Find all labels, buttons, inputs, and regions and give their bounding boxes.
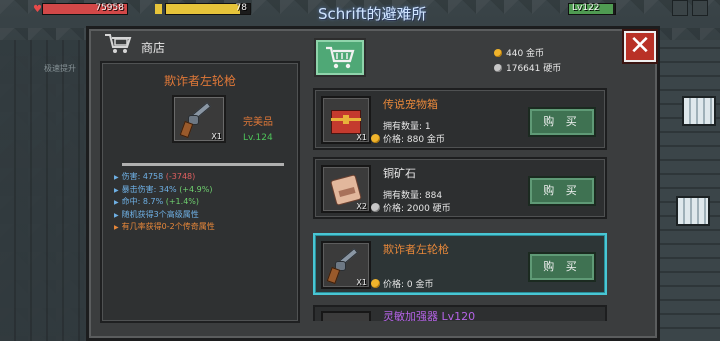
stat-damage: ▶ 伤害: 4758 (-3748): [114, 172, 196, 181]
heart-icon: ♥: [33, 4, 42, 15]
cart-icon-svg: [105, 34, 132, 53]
energy-icon: [155, 4, 162, 14]
item-level: Lv.124: [243, 133, 273, 143]
location-title: Schrift的避难所: [318, 5, 427, 23]
item-slot: [321, 311, 371, 321]
item-name: 铜矿石: [383, 167, 416, 180]
silver-balance: 176641 硬币: [494, 61, 561, 74]
cart-icon: [326, 46, 355, 69]
revolver-grip: [326, 266, 341, 285]
level-bar: Lv122: [568, 3, 616, 15]
building-window: [676, 196, 710, 226]
hp-bar: 75958: [42, 3, 128, 15]
speed-hint-text: 极速提升: [44, 64, 76, 73]
gold-coin-icon: [371, 134, 380, 143]
buy-button[interactable]: 购 买: [528, 252, 596, 282]
item-owned: 拥有数量: 1: [383, 122, 431, 132]
panel-title: 商店: [141, 41, 166, 55]
shop-window: 商店 ✕ 欺诈者左轮枪 X1 完美品 Lv.124 ▶ 伤害: 4758 (-37…: [86, 26, 660, 341]
hud-settings-button[interactable]: [692, 0, 708, 16]
level-label: Lv122: [572, 3, 600, 13]
item-name: 灵敏加强器 Lv120: [383, 310, 476, 321]
pet-chest-lock: [343, 115, 349, 124]
shop-item-copper-ore[interactable]: X2 铜矿石 拥有数量: 884 价格: 2000 硬币 购 买: [313, 157, 607, 219]
top-hud: ♥ 75958 78 Schrift的避难所 Lv122: [0, 0, 720, 23]
shop-item-trickster-revolver[interactable]: X1 欺诈者左轮枪 价格: 0 金币 购 买: [313, 233, 607, 295]
stat-legendary-chance: ▶ 有几率获得0-2个传奇属性: [114, 222, 215, 232]
item-slot: X1: [321, 96, 371, 144]
cart-icon: [101, 32, 135, 56]
item-name: 传说宠物箱: [383, 98, 438, 111]
gold-balance: 440 金币: [494, 46, 544, 59]
stat-accuracy: ▶ 命中: 8.7% (+1.4%): [114, 197, 200, 207]
shop-tab-button[interactable]: [314, 38, 366, 77]
energy-bar: 78: [165, 3, 251, 15]
gold-coin-icon: [494, 49, 502, 57]
gold-coin-icon: [371, 279, 380, 288]
energy-bar-fill: [166, 4, 240, 14]
building-left: [0, 40, 92, 341]
slot-count: X2: [356, 202, 367, 211]
silver-coin-icon: [494, 64, 502, 72]
stat-crit-damage: ▶ 暴击伤害: 34% (+4.9%): [114, 184, 213, 194]
item-slot: X2: [321, 165, 371, 213]
shop-item-partial[interactable]: 灵敏加强器 Lv120: [313, 305, 607, 321]
buy-button[interactable]: 购 买: [528, 176, 596, 206]
item-slot: X1: [321, 241, 371, 289]
item-detail-panel: 欺诈者左轮枪 X1 完美品 Lv.124 ▶ 伤害: 4758 (-3748) ▶…: [100, 61, 300, 323]
hp-value: 75958: [95, 3, 124, 13]
item-stats-list: ▶ 伤害: 4758 (-3748) ▶ 暴击伤害: 34% (+4.9%) ▶ 命中…: [114, 171, 298, 234]
close-icon: ✕: [629, 31, 651, 61]
shop-item-legend-pet-box[interactable]: X1 传说宠物箱 拥有数量: 1 价格: 880 金币 购 买: [313, 88, 607, 150]
detail-item-slot[interactable]: X1: [172, 95, 226, 143]
slot-count: X1: [356, 278, 367, 287]
close-button[interactable]: ✕: [624, 31, 656, 62]
item-quality: 完美品: [243, 117, 273, 128]
detail-item-name: 欺诈者左轮枪: [163, 74, 236, 88]
item-price: 价格: 880 金币: [371, 132, 445, 145]
hud-menu-button[interactable]: [672, 0, 688, 16]
slot-count: X1: [356, 133, 367, 142]
silver-coin-icon: [371, 203, 380, 212]
buy-button[interactable]: 购 买: [528, 107, 596, 137]
item-price: 价格: 0 金币: [371, 277, 433, 290]
stat-random-attributes: ▶ 随机获得3个高级属性: [114, 209, 199, 219]
energy-value: 78: [235, 3, 247, 13]
shop-item-list[interactable]: X1 传说宠物箱 拥有数量: 1 价格: 880 金币 购 买 X2 铜矿石 拥…: [309, 85, 611, 321]
building-window: [682, 96, 716, 126]
item-price: 价格: 2000 硬币: [371, 201, 451, 214]
detail-slot-count: X1: [211, 132, 222, 141]
item-owned: 拥有数量: 884: [383, 191, 443, 201]
revolver-grip: [179, 120, 194, 139]
detail-divider: [122, 163, 284, 166]
item-name: 欺诈者左轮枪: [383, 243, 449, 256]
